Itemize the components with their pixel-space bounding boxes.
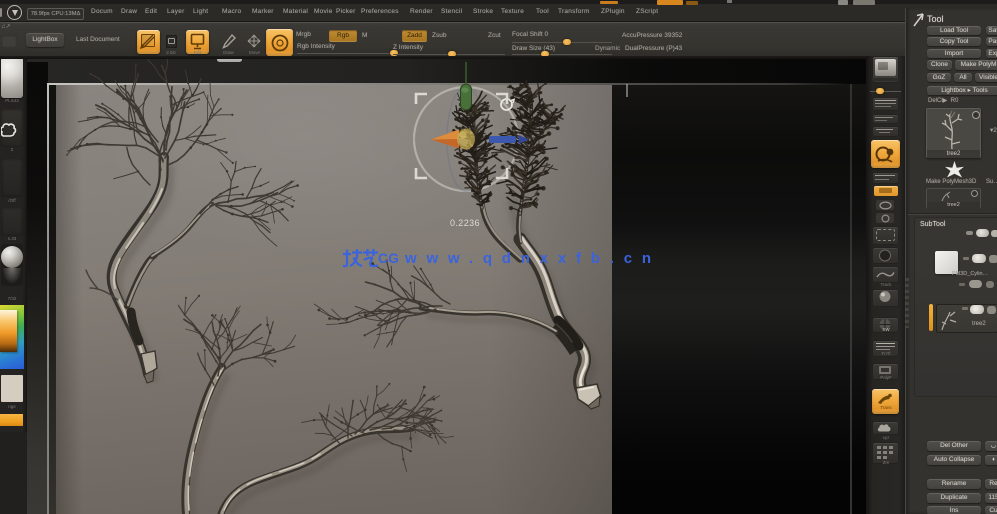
svg-text:www.qdnxxfb.cn: www.qdnxxfb.cn <box>404 250 661 267</box>
svg-text:CG: CG <box>378 251 399 266</box>
svg-text:0.2236: 0.2236 <box>450 218 480 228</box>
